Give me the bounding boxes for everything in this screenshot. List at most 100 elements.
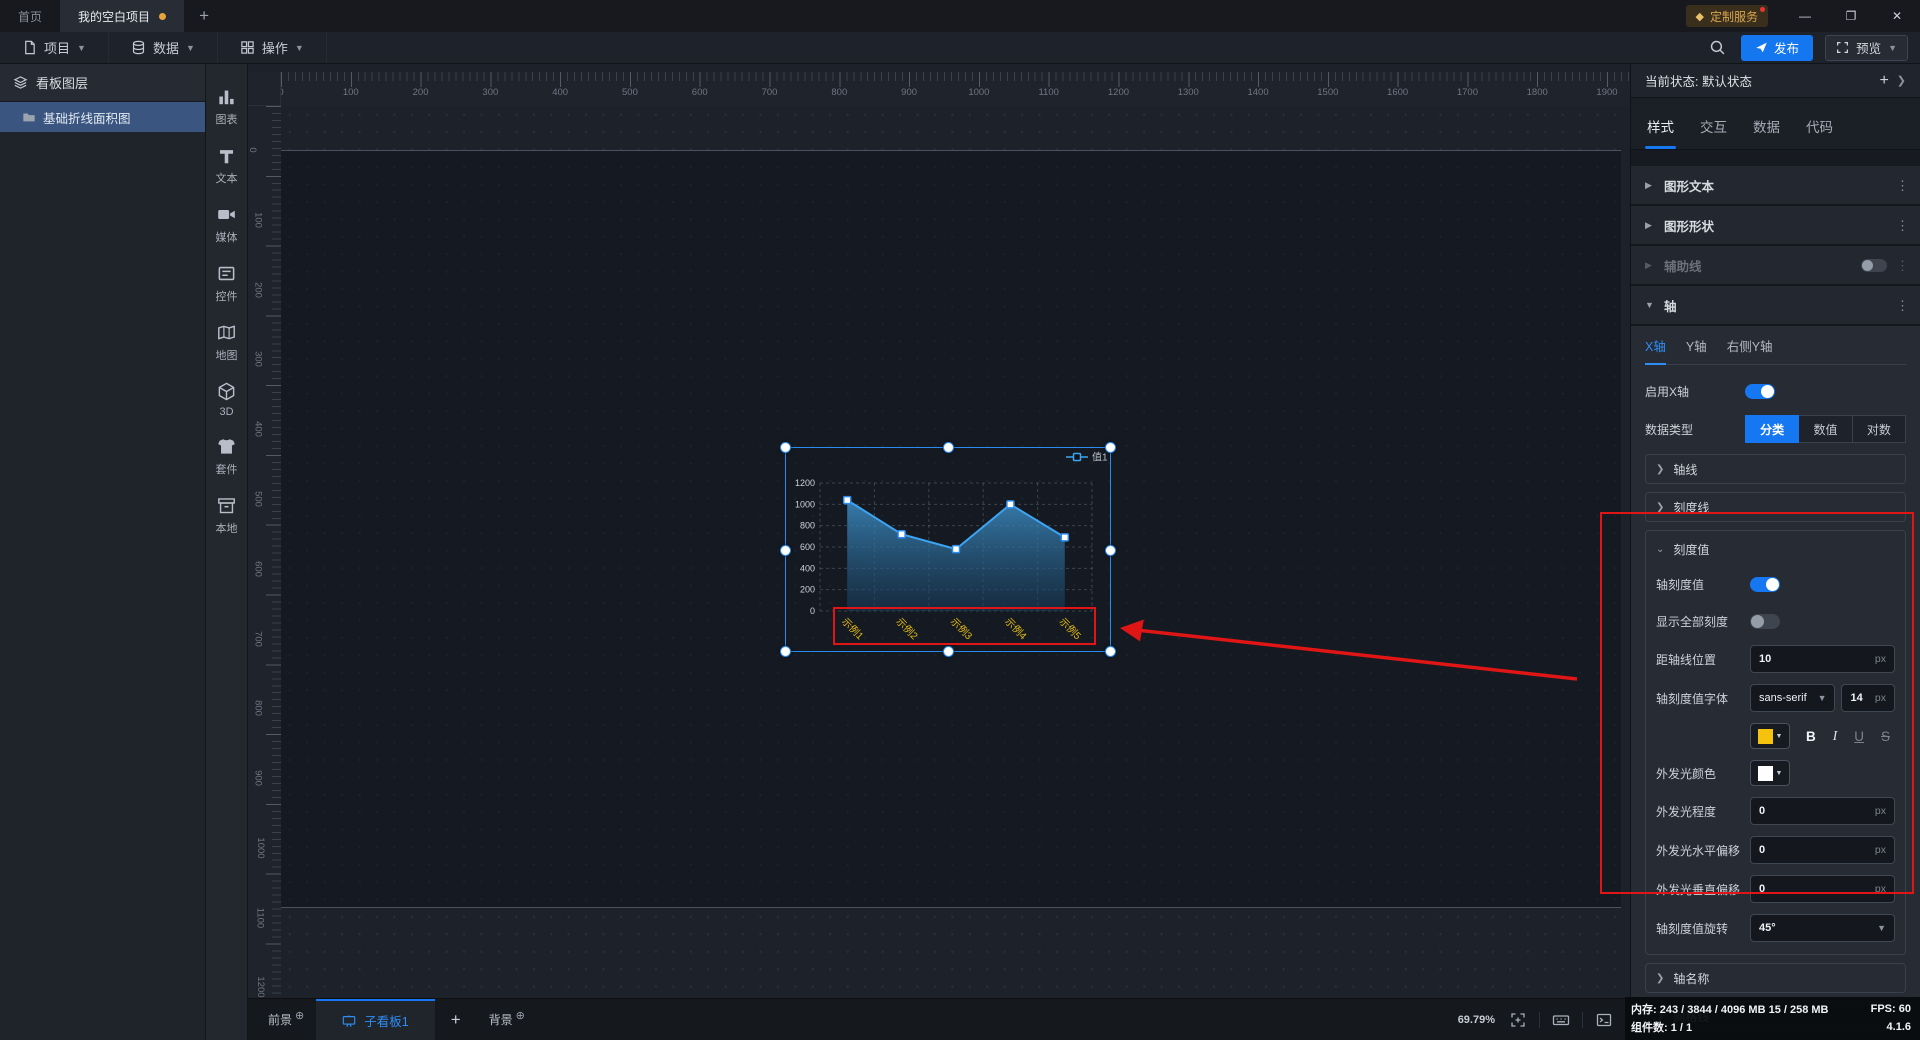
- section-graphic-shape[interactable]: ▶ 图形形状 ⋮: [1631, 206, 1920, 246]
- collapse-arrow-icon[interactable]: ▶: [1645, 180, 1655, 191]
- keyboard-icon[interactable]: [1549, 1010, 1573, 1030]
- tick-rotation-select[interactable]: 45° ▼: [1750, 914, 1895, 942]
- glow-color-picker[interactable]: ▼: [1750, 760, 1790, 786]
- glow-v-offset-input[interactable]: 0 px: [1750, 875, 1895, 903]
- new-tab-button[interactable]: +: [184, 0, 224, 32]
- performance-statusbar: 内存: 243 / 3844 / 4096 MB 15 / 258 MB FPS…: [1625, 997, 1920, 1040]
- diamond-icon: ◆: [1695, 10, 1704, 23]
- kebab-menu-icon[interactable]: ⋮: [1896, 179, 1909, 192]
- dock-item-2[interactable]: 媒体: [206, 196, 248, 255]
- font-size-input[interactable]: 14 px: [1841, 684, 1895, 712]
- search-icon[interactable]: [1705, 38, 1729, 58]
- titlebar-tab-0[interactable]: 首页: [0, 0, 60, 32]
- axis-offset-input[interactable]: 10 px: [1750, 645, 1895, 673]
- font-family-select[interactable]: sans-serif ▼: [1750, 684, 1836, 712]
- chevron-right-icon[interactable]: ❯: [1897, 74, 1906, 87]
- v-ruler-label: 1200: [255, 976, 267, 998]
- axis-tab-1[interactable]: Y轴: [1686, 336, 1707, 364]
- enable-x-axis-toggle[interactable]: [1745, 383, 1775, 399]
- h-ruler-label: 0: [281, 87, 284, 98]
- selected-chart-component[interactable]: 0 200 400 600 800 1000 1200 示例1 示例2 示例3 示例4 示例5 值1: [780, 442, 1116, 657]
- resize-handle-sw[interactable]: [780, 646, 791, 657]
- resize-handle-w[interactable]: [780, 545, 791, 556]
- publish-button[interactable]: 发布: [1741, 34, 1814, 61]
- menu-item-0[interactable]: 项目 ▼: [0, 32, 109, 63]
- collapse-arrow-icon[interactable]: ▼: [1645, 300, 1655, 310]
- inspector-tab-2[interactable]: 数据: [1753, 116, 1780, 149]
- show-all-ticks-toggle[interactable]: [1750, 613, 1780, 629]
- section-axis[interactable]: ▼ 轴 ⋮: [1631, 286, 1920, 326]
- canvas-field[interactable]: 0 200 400 600 800 1000 1200 示例1 示例2 示例3 示例4 示例5 值1: [281, 106, 1630, 998]
- bold-button[interactable]: B: [1806, 729, 1816, 744]
- h-ruler-label: 1900: [1596, 87, 1618, 98]
- kebab-menu-icon[interactable]: ⋮: [1896, 299, 1909, 312]
- axis-tick-value-row: 轴刻度值: [1656, 571, 1895, 597]
- strikethrough-button[interactable]: S: [1881, 729, 1890, 744]
- window-close-button[interactable]: ✕: [1874, 0, 1920, 32]
- custom-service-badge[interactable]: ◆ 定制服务: [1685, 5, 1768, 27]
- preview-button[interactable]: 预览 ▼: [1825, 34, 1908, 61]
- tick-value-header[interactable]: ⌄ 刻度值: [1656, 541, 1895, 558]
- menu-item-2[interactable]: 操作 ▼: [218, 32, 327, 63]
- inspector-tab-1[interactable]: 交互: [1700, 116, 1727, 149]
- chevron-down-icon: ▼: [1775, 769, 1783, 777]
- data-type-option-0[interactable]: 分类: [1745, 415, 1800, 443]
- section-tick-line[interactable]: ❯ 刻度线: [1645, 492, 1906, 522]
- guides-toggle[interactable]: [1861, 258, 1887, 272]
- chevron-down-icon: ▼: [185, 42, 195, 53]
- window-minimize-button[interactable]: —: [1782, 0, 1828, 32]
- add-state-button[interactable]: +: [1879, 72, 1888, 90]
- circle-plus-icon[interactable]: ⊕: [516, 1009, 525, 1022]
- resize-handle-ne[interactable]: [1105, 442, 1116, 453]
- section-graphic-text[interactable]: ▶ 图形文本 ⋮: [1631, 166, 1920, 206]
- axis-tab-0[interactable]: X轴: [1645, 336, 1666, 365]
- box-title: 刻度线: [1673, 500, 1710, 515]
- axis-tab-2[interactable]: 右侧Y轴: [1727, 336, 1773, 364]
- inspector-tab-3[interactable]: 代码: [1806, 116, 1833, 149]
- input-value: 0: [1759, 805, 1766, 817]
- foreground-tab[interactable]: 前景 ⊕: [256, 999, 316, 1040]
- glow-amount-input[interactable]: 0 px: [1750, 797, 1895, 825]
- background-tab[interactable]: 背景 ⊕: [477, 999, 537, 1040]
- kebab-menu-icon[interactable]: ⋮: [1896, 259, 1909, 272]
- resize-handle-n[interactable]: [943, 442, 954, 453]
- data-type-option-1[interactable]: 数值: [1799, 415, 1853, 443]
- section-guides[interactable]: ▶ 辅助线 ⋮: [1631, 246, 1920, 286]
- notification-dot: [1760, 7, 1765, 12]
- console-icon[interactable]: [1592, 1010, 1616, 1030]
- italic-button[interactable]: I: [1833, 728, 1838, 744]
- kebab-menu-icon[interactable]: ⋮: [1896, 219, 1909, 232]
- menu-item-1[interactable]: 数据 ▼: [109, 32, 218, 63]
- dock-item-1[interactable]: 文本: [206, 137, 248, 196]
- v-ruler-label: 1100: [254, 907, 266, 928]
- dock-item-3[interactable]: 控件: [206, 255, 248, 314]
- collapse-arrow-icon[interactable]: ▶: [1645, 260, 1655, 271]
- layer-label: 基础折线面积图: [43, 111, 131, 126]
- font-color-picker[interactable]: ▼: [1750, 723, 1790, 749]
- window-maximize-button[interactable]: ❐: [1828, 0, 1874, 32]
- resize-handle-nw[interactable]: [780, 442, 791, 453]
- layer-item-0[interactable]: 基础折线面积图: [0, 102, 205, 132]
- titlebar-tab-1[interactable]: 我的空白项目: [60, 0, 185, 32]
- collapse-arrow-icon[interactable]: ▶: [1645, 220, 1655, 231]
- add-board-button[interactable]: +: [435, 999, 477, 1040]
- dock-item-4[interactable]: 地图: [206, 314, 248, 373]
- resize-handle-s[interactable]: [943, 646, 954, 657]
- fit-screen-icon[interactable]: [1506, 1010, 1530, 1030]
- dock-item-7[interactable]: 本地: [206, 487, 248, 546]
- underline-button[interactable]: U: [1854, 729, 1864, 744]
- board-tab-active[interactable]: 子看板1: [316, 999, 435, 1040]
- resize-handle-se[interactable]: [1105, 646, 1116, 657]
- circle-plus-icon[interactable]: ⊕: [295, 1009, 304, 1022]
- section-axis-line[interactable]: ❯ 轴线: [1645, 454, 1906, 484]
- dock-item-0[interactable]: 图表: [206, 78, 248, 137]
- inspector-tab-0[interactable]: 样式: [1645, 116, 1676, 149]
- dock-item-6[interactable]: 套件: [206, 428, 248, 487]
- section-axis-name[interactable]: ❯ 轴名称: [1645, 963, 1906, 993]
- data-type-option-2[interactable]: 对数: [1852, 415, 1906, 443]
- resize-handle-e[interactable]: [1105, 545, 1116, 556]
- select-value: 45°: [1759, 922, 1776, 934]
- dock-item-5[interactable]: 3D: [206, 373, 248, 428]
- axis-tick-value-toggle[interactable]: [1750, 576, 1780, 592]
- glow-h-offset-input[interactable]: 0 px: [1750, 836, 1895, 864]
